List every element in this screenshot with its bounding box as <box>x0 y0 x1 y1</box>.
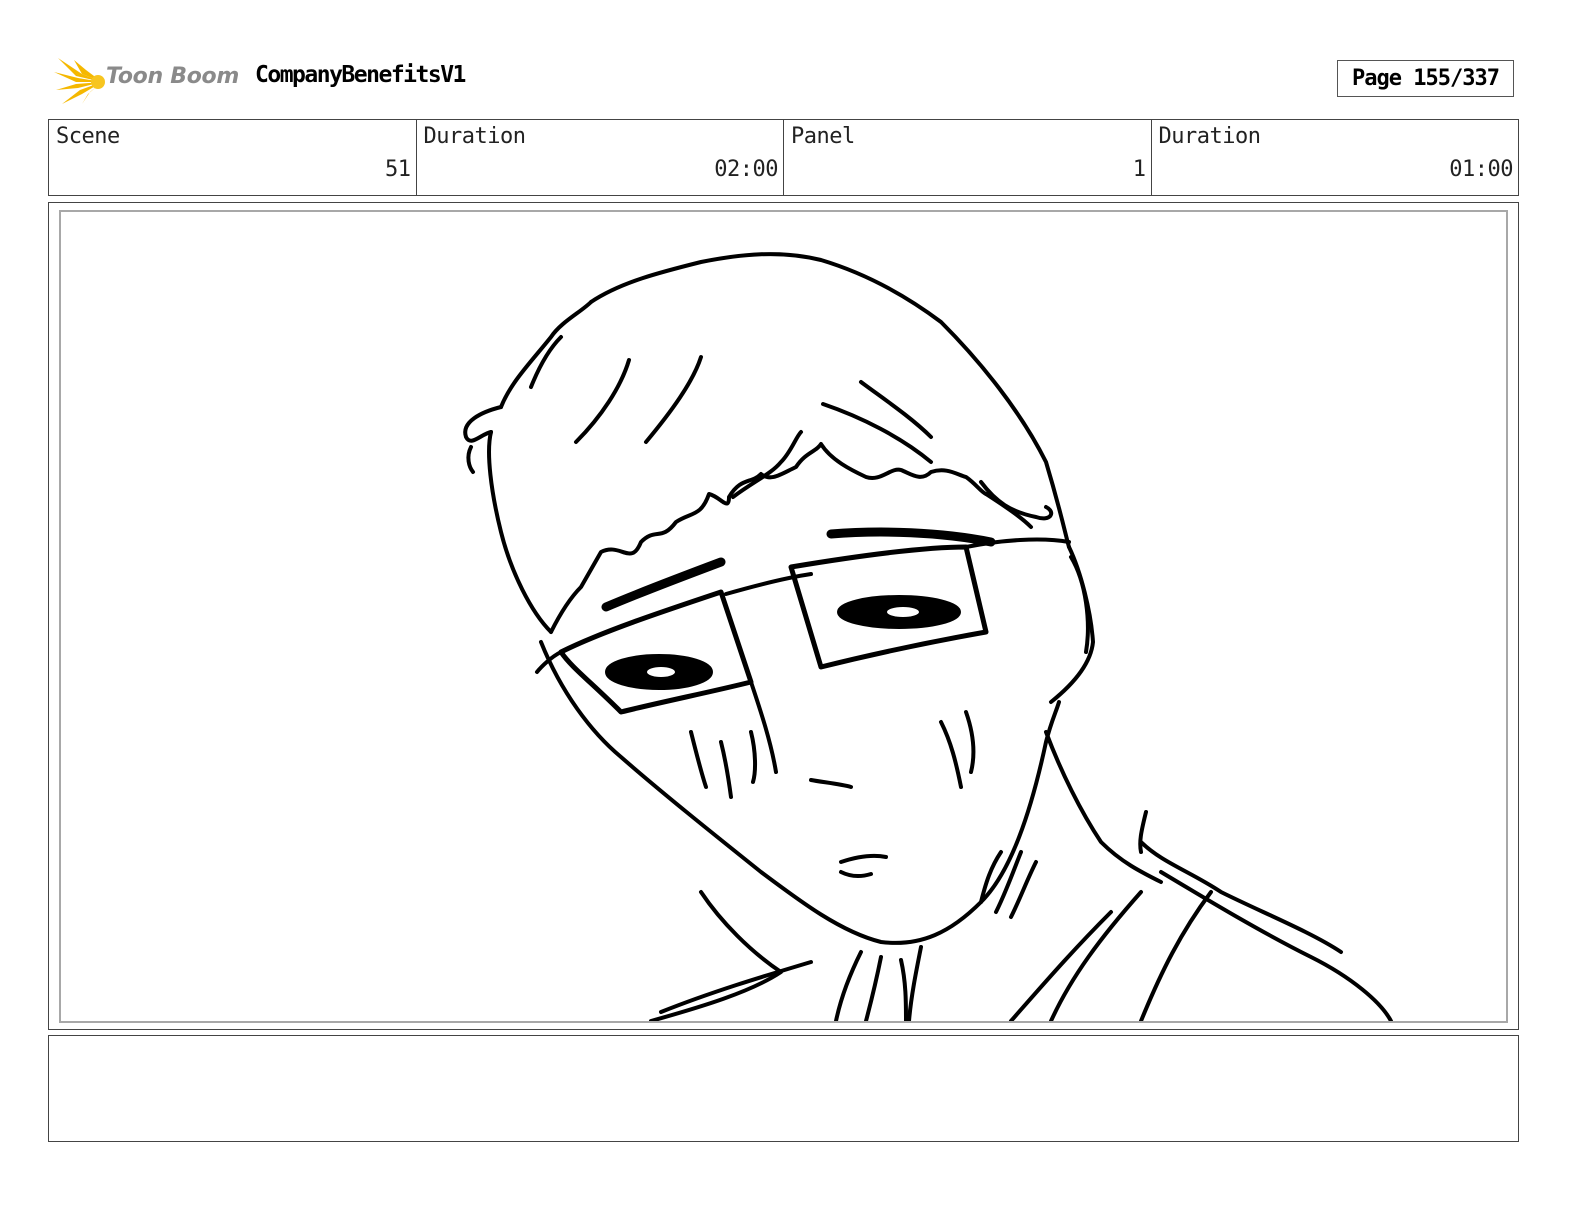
panel-duration-value: 01:00 <box>1449 157 1513 182</box>
character-sketch <box>463 252 1393 1021</box>
scene-label: Scene <box>56 124 120 149</box>
project-title: CompanyBenefitsV1 <box>255 62 466 88</box>
logo-wordmark: Toon Boom <box>106 64 239 89</box>
hair-right-side <box>984 492 1033 529</box>
hair-left-strand <box>466 445 475 474</box>
scene-info-row: Scene 51 Duration 02:00 Panel 1 Duration… <box>48 119 1519 196</box>
hair-right-tuft <box>979 480 1054 521</box>
hair-fringe-2 <box>731 430 803 499</box>
starburst-icon <box>54 58 105 104</box>
storyboard-header: Toon Boom CompanyBenefitsV1 Page 155/337 <box>48 56 1538 106</box>
scene-duration-value: 02:00 <box>714 157 778 182</box>
scene-value: 51 <box>385 157 411 182</box>
panel-value: 1 <box>1132 157 1146 182</box>
glasses-temple-left <box>535 650 563 674</box>
panel-duration-label: Duration <box>1158 124 1261 149</box>
hair-left-tuft <box>463 405 503 443</box>
scene-duration-cell: Duration 02:00 <box>417 120 784 195</box>
shirt-left <box>649 890 783 1021</box>
neck-right <box>1044 730 1163 884</box>
cheek-lines-right <box>939 710 976 789</box>
eyebrow-right <box>826 527 996 547</box>
panel-duration-cell: Duration 01:00 <box>1152 120 1519 195</box>
shirt-right-fold <box>1009 890 1143 1021</box>
hair-strand-2 <box>574 358 631 444</box>
toon-boom-logo: Toon Boom <box>52 56 242 106</box>
shirt-right-fold-2 <box>1139 890 1213 1021</box>
hair-strand-5 <box>859 380 933 439</box>
panel-notes <box>48 1035 1519 1142</box>
shoulder-right-2 <box>1159 870 1393 1021</box>
scene-duration-label: Duration <box>423 124 526 149</box>
hair-left-side <box>487 430 553 634</box>
mouth <box>839 853 888 879</box>
ear-right <box>1069 555 1090 654</box>
collar-right <box>907 945 923 1021</box>
storyboard-panel <box>48 202 1519 1030</box>
panel-drawing-area <box>59 210 1508 1023</box>
panel-label: Panel <box>791 124 855 149</box>
shirt-left-2 <box>659 960 813 1014</box>
hair-strand-4 <box>821 402 933 464</box>
glasses-left-lens <box>558 589 754 715</box>
shoulder-right <box>1139 840 1343 954</box>
eye-right-pupil <box>887 607 919 617</box>
hair-strand-3 <box>644 355 703 444</box>
scene-cell: Scene 51 <box>49 120 417 195</box>
nose <box>809 778 853 789</box>
tie <box>864 955 908 1021</box>
page-number: Page 155/337 <box>1337 60 1514 97</box>
cheek-lines-left <box>689 730 758 799</box>
eye-left-pupil <box>647 667 675 677</box>
collar-left <box>834 950 863 1021</box>
panel-cell: Panel 1 <box>784 120 1152 195</box>
